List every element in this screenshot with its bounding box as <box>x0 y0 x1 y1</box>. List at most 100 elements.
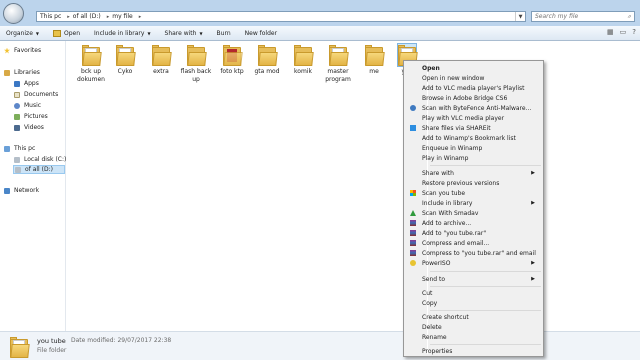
search-box[interactable]: ⌕ <box>531 11 635 22</box>
file-list: bck up dokumen Cyko extra flash back up … <box>67 41 640 331</box>
folder-item[interactable]: flash back up <box>178 44 214 84</box>
sidebar-item-local-disk[interactable]: Local disk (C:) <box>14 155 66 164</box>
folder-item[interactable]: foto ktp <box>214 44 250 76</box>
breadcrumb-drive-d[interactable]: of all (D:) <box>73 13 101 20</box>
sidebar-item-label: Documents <box>24 91 59 98</box>
sidebar-item-favorites[interactable]: Favorites <box>4 46 41 55</box>
menu-item-open[interactable]: Open <box>406 63 541 73</box>
preview-pane-icon[interactable]: ▭ <box>620 28 627 36</box>
menu-item-properties[interactable]: Properties <box>406 346 541 356</box>
include-in-library-button[interactable]: Include in library ▼ <box>94 30 151 37</box>
folder-item[interactable]: Cyko <box>107 44 143 76</box>
view-controls: ▦ ▭ ? <box>607 28 636 36</box>
menu-item-add-rar[interactable]: Add to "you tube.rar" <box>406 228 541 238</box>
chevron-down-icon[interactable]: ▼ <box>515 12 525 21</box>
new-folder-label: New folder <box>244 29 278 37</box>
sidebar-item-apps[interactable]: Apps <box>14 79 39 88</box>
menu-item-add-vlc-playlist[interactable]: Add to VLC media player's Playlist <box>406 83 541 93</box>
menu-item-add-archive[interactable]: Add to archive... <box>406 218 541 228</box>
menu-item-enqueue-winamp[interactable]: Enqueue in Winamp <box>406 143 541 153</box>
chevron-right-icon[interactable]: ▸ <box>139 14 142 20</box>
chevron-down-icon: ▼ <box>199 30 203 36</box>
breadcrumb-my-file[interactable]: my file <box>112 13 132 20</box>
menu-item-include-library[interactable]: Include in library ▶ <box>406 198 541 208</box>
folder-item[interactable]: bck up dokumen <box>73 44 109 84</box>
menu-item-delete[interactable]: Delete <box>406 322 541 332</box>
menu-item-share-with[interactable]: Share with ▶ <box>406 168 541 178</box>
winrar-icon <box>410 240 416 246</box>
folder-item[interactable]: gta mod <box>249 44 285 76</box>
open-button[interactable]: Open <box>52 29 80 37</box>
menu-item-label: Create shortcut <box>422 313 469 321</box>
menu-item-label: Include in library <box>422 199 473 207</box>
menu-item-label: Open <box>422 64 440 72</box>
poweriso-icon <box>410 260 416 266</box>
sidebar-item-videos[interactable]: Videos <box>14 123 44 132</box>
menu-item-play-vlc[interactable]: Play with VLC media player <box>406 113 541 123</box>
menu-item-cut[interactable]: Cut <box>406 288 541 298</box>
menu-item-poweriso[interactable]: PowerISO ▶ <box>406 258 541 268</box>
menu-item-label: Add to "you tube.rar" <box>422 229 487 237</box>
menu-item-label: Share files via SHAREit <box>422 124 491 132</box>
menu-item-label: Compress to "you tube.rar" and email <box>422 249 536 257</box>
menu-item-winamp-bookmark[interactable]: Add to Winamp's Bookmark list <box>406 133 541 143</box>
new-folder-button[interactable]: New folder <box>245 30 277 37</box>
library-icon <box>4 69 10 76</box>
menu-item-create-shortcut[interactable]: Create shortcut <box>406 312 541 322</box>
sidebar-item-documents[interactable]: Documents <box>14 90 58 99</box>
breadcrumb-this-pc[interactable]: This pc <box>40 13 61 20</box>
menu-item-label: PowerISO <box>422 259 451 267</box>
menu-item-copy[interactable]: Copy <box>406 298 541 308</box>
menu-item-label: Delete <box>422 323 442 331</box>
menu-item-send-to[interactable]: Send to ▶ <box>406 274 541 284</box>
menu-item-label: Compress and email... <box>422 239 490 247</box>
menu-item-restore-versions[interactable]: Restore previous versions <box>406 178 541 188</box>
sidebar-item-libraries[interactable]: Libraries <box>4 68 40 77</box>
sidebar-item-of-all[interactable]: of all (D:) <box>13 165 65 174</box>
folder-item[interactable]: komik <box>285 44 321 76</box>
folder-item[interactable]: extra <box>143 44 179 76</box>
menu-item-scan-smadav[interactable]: Scan With Smadav <box>406 208 541 218</box>
menu-item-scan-you-tube[interactable]: Scan you tube <box>406 188 541 198</box>
chevron-right-icon[interactable]: ▸ <box>107 14 110 20</box>
start-orb-icon[interactable] <box>3 3 24 24</box>
view-options-icon[interactable]: ▦ <box>607 28 614 36</box>
help-icon[interactable]: ? <box>632 28 636 36</box>
menu-item-rename[interactable]: Rename <box>406 332 541 342</box>
folder-name: Cyko <box>117 68 133 75</box>
folder-item[interactable]: me <box>356 44 392 76</box>
menu-item-compress-rar-email[interactable]: Compress to "you tube.rar" and email <box>406 248 541 258</box>
winrar-icon <box>410 220 416 226</box>
burn-button[interactable]: Burn <box>217 30 231 37</box>
folder-name: foto ktp <box>220 68 244 75</box>
folder-name: me <box>369 68 379 75</box>
menu-item-browse-bridge[interactable]: Browse in Adobe Bridge CS6 <box>406 93 541 103</box>
share-with-button[interactable]: Share with ▼ <box>165 30 203 37</box>
menu-item-scan-bytefence[interactable]: Scan with ByteFence Anti-Malware... <box>406 103 541 113</box>
organize-button[interactable]: Organize ▼ <box>6 30 39 37</box>
search-input[interactable] <box>535 13 623 20</box>
include-in-library-label: Include in library <box>94 29 145 37</box>
chevron-right-icon: ▶ <box>531 276 535 282</box>
bytefence-icon <box>410 105 416 111</box>
menu-item-play-winamp[interactable]: Play in Winamp <box>406 153 541 163</box>
folder-name: master program <box>325 68 351 83</box>
menu-item-label: Open in new window <box>422 74 485 82</box>
sidebar-item-music[interactable]: Music <box>14 101 41 110</box>
address-bar[interactable]: This pc ▸ of all (D:) ▸ my file ▸ ▼ <box>36 11 526 22</box>
chevron-right-icon[interactable]: ▸ <box>67 14 70 20</box>
menu-item-share-shareit[interactable]: Share files via SHAREit <box>406 123 541 133</box>
shareit-icon <box>410 125 416 131</box>
sidebar-item-this-pc[interactable]: This pc <box>4 144 35 153</box>
menu-item-compress-email[interactable]: Compress and email... <box>406 238 541 248</box>
search-icon[interactable]: ⌕ <box>628 13 631 21</box>
breadcrumb-label: This pc <box>40 13 62 20</box>
sidebar-item-network[interactable]: Network <box>4 186 39 195</box>
star-icon <box>4 47 10 54</box>
details-pane: you tube Date modified: 29/07/2017 22:38… <box>0 331 640 360</box>
sidebar-item-label: Music <box>24 102 42 109</box>
folder-item[interactable]: master program <box>320 44 356 84</box>
menu-item-open-new-window[interactable]: Open in new window <box>406 73 541 83</box>
sidebar-item-pictures[interactable]: Pictures <box>14 112 48 121</box>
sidebar-item-label: of all (D:) <box>25 166 53 173</box>
